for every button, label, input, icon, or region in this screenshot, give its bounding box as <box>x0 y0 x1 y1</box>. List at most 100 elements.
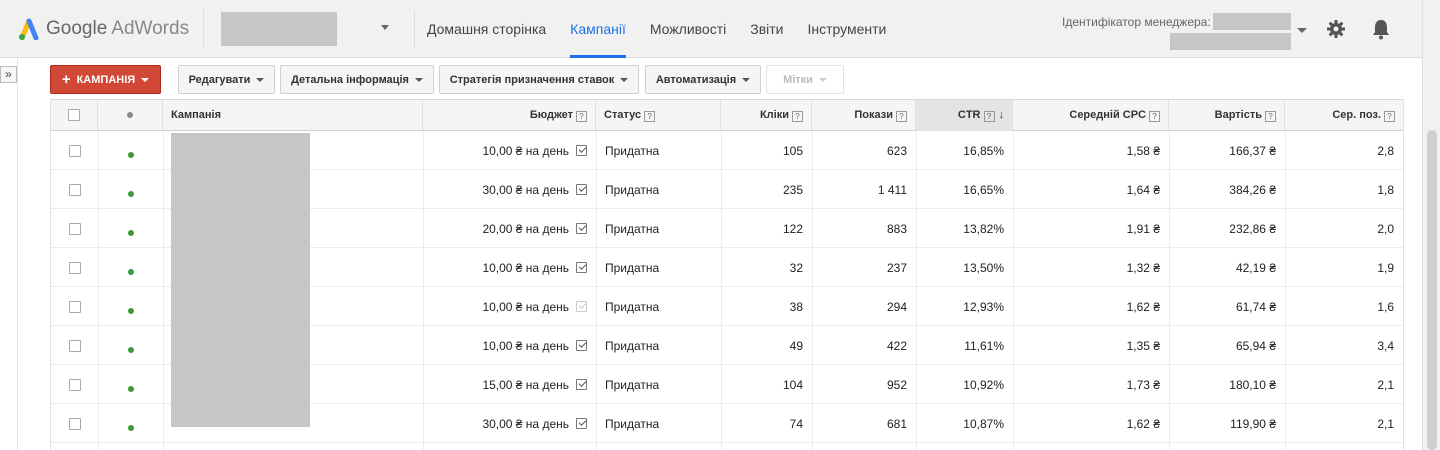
budget-cell: 10,00 ₴ на день <box>423 287 596 326</box>
header-status-dot[interactable] <box>98 100 163 131</box>
row-checkbox[interactable] <box>68 144 81 157</box>
avg-cpc-cell: 1,64 ₴ <box>1126 182 1160 197</box>
nav-tab-4[interactable]: Інструменти <box>808 0 887 58</box>
help-icon[interactable]: ? <box>576 111 587 122</box>
header-cost[interactable]: Вартість? <box>1169 100 1285 131</box>
header-status[interactable]: Статус? <box>596 100 721 131</box>
row-select-cell <box>51 248 98 287</box>
clicks-cell: 235 <box>782 182 803 197</box>
impressions-cell: 1 411 <box>877 182 907 197</box>
add-campaign-label: КАМПАНІЯ <box>76 73 136 86</box>
edit-budget-icon[interactable] <box>576 301 587 312</box>
help-icon[interactable]: ? <box>1384 111 1395 122</box>
avg-cpc-cell: 1,62 ₴ <box>1126 299 1160 314</box>
header-impressions[interactable]: Покази? <box>812 100 916 131</box>
help-icon[interactable]: ? <box>983 111 995 122</box>
row-select-cell <box>51 404 98 443</box>
help-icon[interactable]: ? <box>1265 111 1276 122</box>
gear-icon[interactable] <box>1326 19 1346 39</box>
row-checkbox[interactable] <box>68 339 81 352</box>
labels-dropdown[interactable]: Мітки <box>766 65 844 94</box>
nav-tab-1[interactable]: Кампанії <box>570 0 626 58</box>
row-checkbox[interactable] <box>68 378 81 391</box>
scrollbar-thumb[interactable] <box>1427 130 1437 450</box>
row-checkbox[interactable] <box>68 222 81 235</box>
ctr-cell: 13,82% <box>963 221 1004 236</box>
account-selector-redacted[interactable] <box>221 12 337 46</box>
edit-budget-icon[interactable] <box>576 379 587 390</box>
enabled-status-dot-icon[interactable] <box>127 151 134 158</box>
edit-budget-icon[interactable] <box>576 184 587 195</box>
nav-tab-0[interactable]: Домашня сторінка <box>427 0 546 58</box>
enabled-status-dot-icon[interactable] <box>127 268 134 275</box>
logo-google-text: Google <box>46 18 108 39</box>
nav-tab-3[interactable]: Звіти <box>750 0 783 58</box>
adwords-logo[interactable]: Google AdWords <box>18 14 189 44</box>
add-campaign-button[interactable]: + КАМПАНІЯ <box>50 65 161 94</box>
header-divider <box>414 10 415 48</box>
enabled-status-dot-icon[interactable] <box>127 190 134 197</box>
ctr-cell: 11,61% <box>964 338 1004 353</box>
sidebar-expand-button[interactable]: » <box>0 66 17 83</box>
edit-budget-icon[interactable] <box>576 223 587 234</box>
avg-pos-cell: 1,6 <box>1377 299 1394 314</box>
header-ctr-label: CTR <box>957 109 981 121</box>
nav-tab-2[interactable]: Можливості <box>650 0 726 58</box>
row-status-dot-cell <box>98 170 163 209</box>
edit-budget-icon[interactable] <box>576 418 587 429</box>
edit-budget-icon[interactable] <box>576 145 587 156</box>
avg-pos-cell: 1,9 <box>1377 260 1394 275</box>
row-checkbox[interactable] <box>68 183 81 196</box>
row-checkbox[interactable] <box>68 417 81 430</box>
ctr-cell: 16,85% <box>963 143 1004 158</box>
header-avg-cpc[interactable]: Середній CPC? <box>1013 100 1169 131</box>
help-icon[interactable]: ? <box>896 111 907 122</box>
help-icon[interactable]: ? <box>792 111 803 122</box>
row-checkbox[interactable] <box>68 300 81 313</box>
chevron-down-icon <box>141 77 150 82</box>
header-select-all[interactable] <box>51 100 98 131</box>
edit-budget-icon[interactable] <box>576 262 587 273</box>
account-selector-chevron-down-icon[interactable] <box>381 25 389 30</box>
manager-id-redacted[interactable] <box>1213 13 1291 30</box>
edit-dropdown[interactable]: Редагувати <box>178 65 275 94</box>
automation-dropdown[interactable]: Автоматизація <box>645 65 761 94</box>
header-budget[interactable]: Бюджет? <box>423 100 596 131</box>
budget-value: 30,00 ₴ на день <box>482 182 569 197</box>
help-icon[interactable]: ? <box>1149 111 1160 122</box>
header-campaign[interactable]: Кампанія <box>163 100 423 131</box>
budget-value: 30,00 ₴ на день <box>482 416 569 431</box>
edit-dropdown-label: Редагувати <box>188 73 251 86</box>
header-avg-pos[interactable]: Сер. поз.? <box>1285 100 1403 131</box>
enabled-status-dot-icon[interactable] <box>127 229 134 236</box>
adwords-logo-icon <box>19 18 39 40</box>
select-all-checkbox[interactable] <box>68 109 80 121</box>
chevron-down-icon <box>742 77 751 82</box>
table-header: Кампанія Бюджет? Статус? Кліки? Покази? … <box>51 99 1403 131</box>
enabled-status-dot-icon[interactable] <box>127 346 134 353</box>
header-clicks[interactable]: Кліки? <box>721 100 812 131</box>
row-checkbox[interactable] <box>68 261 81 274</box>
sidebar-divider <box>17 58 18 450</box>
manager-menu-chevron-down-icon[interactable] <box>1297 28 1307 33</box>
manager-id-label: Ідентифікатор менеджера: <box>1062 15 1211 29</box>
chevron-down-icon <box>256 77 265 82</box>
avg-pos-cell: 2,8 <box>1377 143 1394 158</box>
bell-icon[interactable] <box>1371 18 1391 40</box>
ctr-cell: 10,92% <box>963 377 1004 392</box>
manager-email-redacted[interactable] <box>1170 33 1291 50</box>
details-dropdown[interactable]: Детальна інформація <box>280 65 434 94</box>
row-status-dot-cell <box>98 404 163 443</box>
edit-budget-icon[interactable] <box>576 340 587 351</box>
enabled-status-dot-icon[interactable] <box>127 424 134 431</box>
header-ctr[interactable]: CTR? ↓ <box>916 100 1013 131</box>
ctr-cell: 10,87% <box>963 416 1004 431</box>
campaigns-table: Кампанія Бюджет? Статус? Кліки? Покази? … <box>50 99 1404 450</box>
bid-strategy-dropdown[interactable]: Стратегія призначення ставок <box>439 65 639 94</box>
status-cell: Придатна <box>605 260 660 275</box>
impressions-cell: 883 <box>886 221 907 236</box>
row-select-cell <box>51 170 98 209</box>
enabled-status-dot-icon[interactable] <box>127 307 134 314</box>
enabled-status-dot-icon[interactable] <box>127 385 134 392</box>
help-icon[interactable]: ? <box>644 111 656 122</box>
